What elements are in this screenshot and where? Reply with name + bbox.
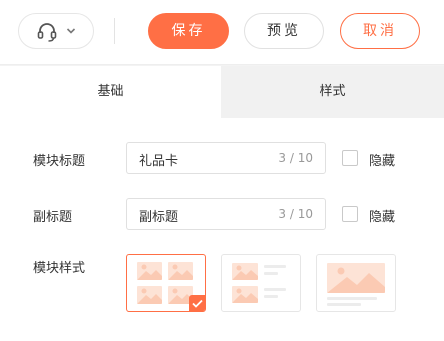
toolbar-divider (114, 18, 115, 44)
subtitle-input[interactable]: 副标题 3 / 10 (126, 198, 326, 230)
settings-tabs: 基础 样式 (0, 66, 444, 118)
subtitle-value: 副标题 (139, 210, 179, 225)
subtitle-char-count: 3 / 10 (278, 207, 313, 221)
style-option-grid[interactable] (126, 254, 206, 312)
hide-subtitle-checkbox[interactable] (342, 206, 358, 222)
customer-service-dropdown[interactable] (18, 13, 94, 49)
module-title-label: 模块标题 (33, 154, 86, 169)
module-style-label: 模块样式 (33, 261, 86, 276)
headset-icon (37, 23, 57, 42)
preview-button[interactable]: 预览 (244, 13, 324, 49)
selected-check-icon (189, 295, 205, 311)
cancel-button[interactable]: 取消 (340, 13, 420, 49)
hide-title-label[interactable]: 隐藏 (369, 150, 395, 169)
hide-title-checkbox[interactable] (342, 150, 358, 166)
tab-basic[interactable]: 基础 (0, 66, 221, 118)
module-title-value: 礼品卡 (139, 154, 179, 169)
save-button[interactable]: 保存 (148, 13, 229, 49)
hide-subtitle-label[interactable]: 隐藏 (369, 206, 395, 225)
subtitle-label: 副标题 (33, 210, 73, 225)
module-title-input[interactable]: 礼品卡 3 / 10 (126, 142, 326, 174)
chevron-down-icon (66, 28, 76, 34)
top-toolbar: 保存 预览 取消 (0, 0, 444, 64)
style-option-banner[interactable] (316, 254, 396, 312)
tab-style[interactable]: 样式 (221, 66, 444, 118)
module-title-char-count: 3 / 10 (278, 151, 313, 165)
style-option-list[interactable] (221, 254, 301, 312)
